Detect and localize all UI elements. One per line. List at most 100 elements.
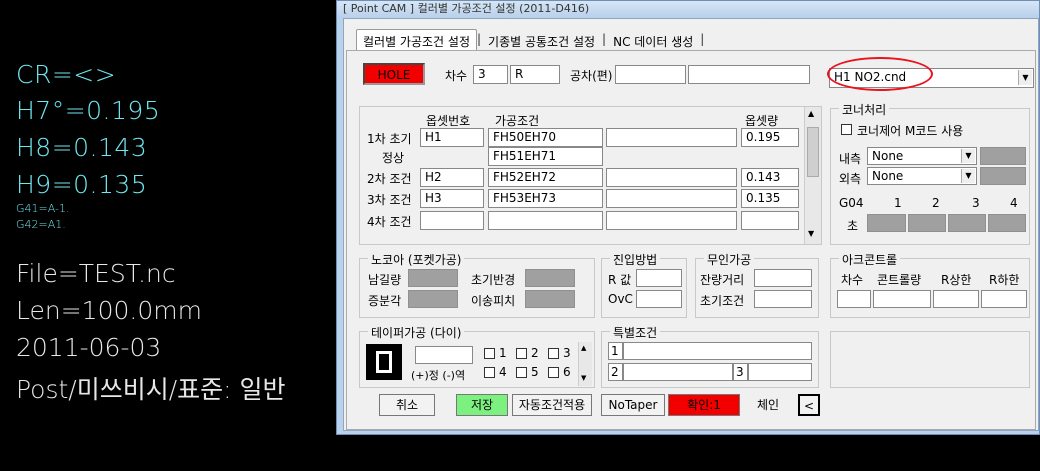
- condition-input[interactable]: FH50EH70: [488, 128, 603, 147]
- cad-post-text: Post/미쓰비시/표준: 일반: [16, 375, 286, 404]
- offset-no-input[interactable]: H1: [420, 128, 484, 147]
- taper-input[interactable]: [415, 346, 473, 364]
- taper-check-5-label: 5: [531, 365, 539, 379]
- r-value-label: R 값: [608, 273, 632, 287]
- ovc-input[interactable]: [636, 290, 682, 308]
- corner-mcode-label: 코너제어 M코드 사용: [857, 124, 964, 138]
- cad-date-text: 2011-06-03: [16, 333, 162, 362]
- tab-machine-common[interactable]: 기종별 공통조건 설정: [481, 29, 602, 51]
- confirm-button[interactable]: 확인:1: [668, 394, 740, 416]
- g04-box-1: [867, 214, 906, 232]
- outer-select[interactable]: None ▼: [867, 167, 977, 185]
- table-scrollbar[interactable]: ▲ ▼: [804, 107, 821, 244]
- notaper-button[interactable]: NoTaper: [601, 394, 665, 416]
- taper-check-6-label: 6: [563, 365, 571, 379]
- scroll-up-icon[interactable]: ▲: [808, 109, 814, 118]
- offset-amount-input[interactable]: 0.143: [741, 168, 799, 187]
- arc-control-input[interactable]: [873, 290, 931, 308]
- gongcha-input-1[interactable]: [615, 65, 686, 84]
- row-label: 2차 조건: [367, 172, 412, 186]
- blank-group: [830, 331, 1030, 388]
- cancel-button[interactable]: 취소: [379, 394, 435, 416]
- offset-amount-input[interactable]: 0.195: [741, 128, 799, 147]
- taper-check-3[interactable]: [548, 348, 559, 359]
- taper-check-5[interactable]: [516, 367, 527, 378]
- scroll-up-icon[interactable]: ▲: [581, 344, 586, 352]
- chasu-input[interactable]: 3: [473, 65, 508, 84]
- arc-col-rmin: R하한: [989, 273, 1020, 287]
- extra-input[interactable]: [606, 189, 737, 208]
- arc-col-control: 콘트롤량: [877, 273, 922, 287]
- inner-value: None: [872, 149, 904, 163]
- move-pitch-label: 이송피치: [471, 294, 516, 308]
- arc-rmax-input[interactable]: [933, 290, 979, 308]
- row-label: 정상: [382, 151, 405, 165]
- extra-input[interactable]: [606, 211, 737, 230]
- g04-col-3: 3: [972, 196, 980, 210]
- scroll-down-icon[interactable]: ▼: [581, 374, 586, 382]
- r-value-input[interactable]: [636, 269, 682, 287]
- condition-input[interactable]: FH52EH72: [488, 168, 603, 187]
- special-input-3[interactable]: [748, 363, 812, 381]
- dialog-client: 컬러별 가공조건 설정 | 기종별 공통조건 설정 | NC 데이터 생성 | …: [343, 18, 1039, 431]
- chevron-down-icon[interactable]: ▼: [961, 169, 975, 183]
- offset-no-input[interactable]: [420, 211, 484, 230]
- tab-panel: HOLE 차수 3 R 공차(편) H1 NO2.cnd ▼ 옵셋번호 가공조건…: [346, 50, 1036, 430]
- extra-input[interactable]: [606, 168, 737, 187]
- special-title: 특별조건: [610, 324, 661, 341]
- taper-check-2[interactable]: [516, 348, 527, 359]
- offset-amount-input[interactable]: 0.135: [741, 189, 799, 208]
- condition-input[interactable]: FH51EH71: [488, 147, 603, 166]
- taper-check-4[interactable]: [484, 367, 495, 378]
- arc-col-rmax: R상한: [941, 273, 972, 287]
- tab-color-conditions[interactable]: 컬러별 가공조건 설정: [356, 29, 477, 51]
- condition-input[interactable]: FH53EH73: [488, 189, 603, 208]
- chain-button[interactable]: 체인: [743, 394, 793, 416]
- chasu-r-input[interactable]: R: [510, 65, 560, 84]
- tab-separator: |: [700, 32, 705, 46]
- remain-dist-input[interactable]: [754, 269, 812, 287]
- corner-mcode-checkbox[interactable]: [841, 124, 852, 135]
- offset-no-input[interactable]: H2: [420, 168, 484, 187]
- outer-value-box: [980, 167, 1026, 185]
- condition-input[interactable]: [488, 211, 603, 230]
- special-input-1[interactable]: [623, 342, 812, 360]
- taper-check-6[interactable]: [548, 367, 559, 378]
- hole-color-button[interactable]: HOLE: [363, 63, 425, 85]
- taper-title: 테이퍼가공 (다이): [368, 324, 465, 341]
- back-button[interactable]: <: [798, 394, 820, 416]
- chevron-down-icon[interactable]: ▼: [1018, 70, 1032, 85]
- chevron-down-icon[interactable]: ▼: [961, 149, 975, 163]
- arc-title: 아크콘트롤: [839, 251, 901, 268]
- special-no-2: 2: [608, 363, 623, 381]
- taper-sign-label: (+)정 (-)역: [411, 369, 466, 382]
- g04-label: G04: [839, 196, 864, 210]
- incr-angle-label: 증분각: [368, 294, 402, 308]
- tab-nc-generate[interactable]: NC 데이터 생성: [606, 29, 700, 51]
- taper-check-1[interactable]: [484, 348, 495, 359]
- cad-g42-text: G42=A1.: [16, 218, 66, 231]
- save-button[interactable]: 저장: [456, 394, 508, 416]
- gongcha-input-2[interactable]: [688, 65, 810, 84]
- g04-col-2: 2: [932, 196, 940, 210]
- auto-apply-button[interactable]: 자동조건적용: [512, 394, 592, 416]
- inner-label: 내측: [839, 152, 862, 166]
- taper-scrollbar[interactable]: ▲ ▼: [578, 342, 592, 386]
- special-input-2[interactable]: [623, 363, 733, 381]
- arc-chasu-input[interactable]: [837, 290, 871, 308]
- approach-title: 진입방법: [610, 251, 661, 268]
- extra-input[interactable]: [606, 128, 737, 147]
- inner-select[interactable]: None ▼: [867, 147, 977, 165]
- arc-rmin-input[interactable]: [981, 290, 1027, 308]
- scroll-down-icon[interactable]: ▼: [808, 229, 814, 238]
- ovc-label: OvC: [608, 292, 633, 306]
- offset-table-group: 옵셋번호 가공조건 옵셋량 1차 초기 H1 FH50EH70 0.195 정상…: [359, 106, 822, 245]
- init-cond-input[interactable]: [754, 290, 812, 308]
- highlight-circle: [827, 57, 933, 91]
- tab-strip: 컬러별 가공조건 설정 | 기종별 공통조건 설정 | NC 데이터 생성 |: [356, 29, 704, 51]
- col-condition: 가공조건: [495, 114, 540, 128]
- offset-no-input[interactable]: H3: [420, 189, 484, 208]
- scroll-thumb[interactable]: [807, 127, 819, 177]
- offset-amount-input[interactable]: [741, 211, 799, 230]
- cad-h9-text: H9=0.135: [16, 170, 148, 199]
